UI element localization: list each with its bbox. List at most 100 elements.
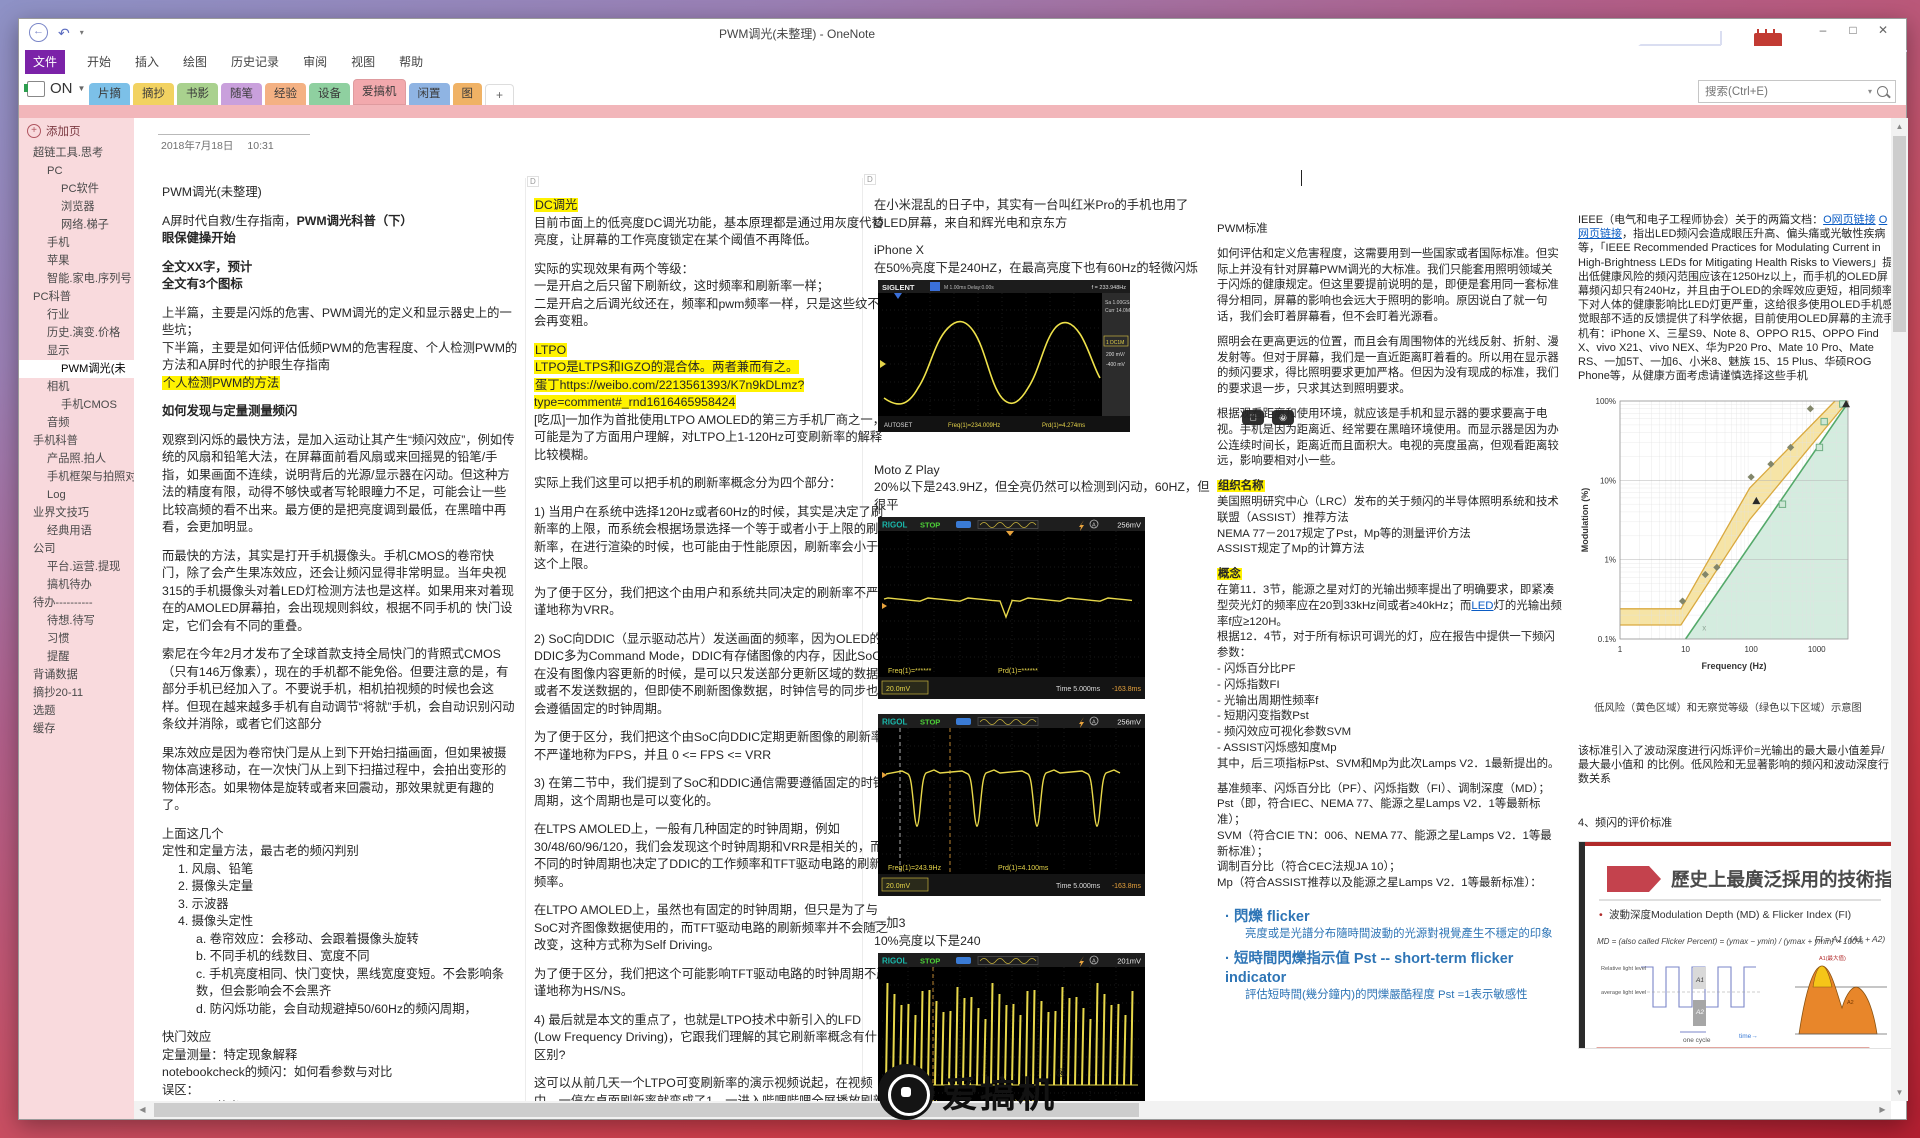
vertical-scroll-thumb[interactable] [1893,136,1906,332]
text-block: 評估短時間(幾分鐘内)的閃爍嚴酷程度 Pst =1表示敏感性 [1245,988,1528,1001]
minimize-button[interactable]: – [1808,21,1838,42]
text-block [534,1001,890,1012]
page-list-item[interactable]: 显示 [19,342,134,360]
page-list-item[interactable]: 待办---------- [19,594,134,612]
page-list-item[interactable]: 缓存 [19,720,134,738]
back-icon[interactable]: ← [29,23,48,42]
scroll-right-icon[interactable]: ▶ [1874,1101,1891,1119]
scroll-up-icon[interactable]: ▲ [1891,118,1908,135]
note-column-1[interactable]: PWM调光(未整理) A屏时代自救/生存指南，PWM调光科普（下） 眼保健操开始 全文… [162,184,518,1101]
page-list-item[interactable]: 超链工具.思考 [19,144,134,162]
page-canvas[interactable]: 2018年7月18日 10:31 D D PWM调光(未整理) A屏时代自救/生存指… [134,118,1891,1101]
text-block [162,392,518,403]
note-column-3[interactable]: 在小米混乱的日子中，其实有一台叫红米Pro的手机也用了OLED屏幕，来自和辉光电… [874,197,1220,1101]
page-list-item[interactable]: 音频 [19,414,134,432]
page-list-item[interactable]: 行业 [19,306,134,324]
text-block [1217,326,1562,335]
page-list-item[interactable]: 手机框架与拍照对 [19,468,134,486]
search-input[interactable] [1699,85,1865,98]
page-list-item[interactable]: 习惯 [19,630,134,648]
ribbon-tab[interactable]: 历史记录 [219,50,291,74]
text-block: 3) 在第二节中，我们提到了SoC和DDIC通信需要遵循固定的时钟周期，这个周期… [534,776,886,808]
section-tab[interactable]: 书影 [177,83,218,105]
search-icon[interactable] [1877,86,1888,97]
page-list-item[interactable]: PC软件 [19,180,134,198]
ribbon-tab[interactable]: 视图 [339,50,387,74]
page-list-item[interactable]: 背诵数据 [19,666,134,684]
qat-dropdown-icon[interactable]: ▾ [80,28,84,37]
page-list-item[interactable]: 搞机待办 [19,576,134,594]
text-block: Pst（即，符合IEC、NEMA 77、能源之星Lamps V2．1等最新标准）… [1217,798,1541,827]
oscilloscope-image-iphonex[interactable]: SIGLENT M 1.00ms Delay:0.00s f = 233.948… [878,280,1220,438]
page-list-item[interactable]: Log [19,486,134,504]
new-section-button[interactable]: + [485,84,515,105]
notebook-selector[interactable]: ON ▼ [24,80,85,97]
page-list-item[interactable]: 待想.待写 [19,612,134,630]
page-list-item[interactable]: 网络.梯子 [19,216,134,234]
page-list-item[interactable]: 公司 [19,540,134,558]
page-list-item[interactable]: 智能.家电.序列号 [19,270,134,288]
text-block: 眼保健操开始 [162,231,236,245]
page-list-item[interactable]: PC [19,162,134,180]
oscilloscope-image-moto-full[interactable]: RIGOL STOP A 256mV Freq(1)=****** Prd(1)… [878,517,1220,705]
ribbon-tab[interactable]: 绘图 [171,50,219,74]
svg-text:100%: 100% [1596,397,1616,406]
oscilloscope-image-moto-dim[interactable]: RIGOL STOP A 256mV Freq(1)=243.9Hz Prd(1… [878,713,1220,902]
search-box[interactable]: ▾ [1698,80,1896,103]
flicker-risk-chart: x 1 10 100 1000 0.1% 1% 10% 100% Frequency (Hz) Mo… [1578,393,1868,694]
search-scope-dropdown-icon[interactable]: ▾ [1865,87,1875,96]
text-block: 3. 示波器 [178,896,229,911]
page-list-item[interactable]: 手机科普 [19,432,134,450]
note-column-5[interactable]: IEEE（电气和电子工程师协会）关于的两篇文档：O网页链接 O网页链接，指出LE… [1578,213,1891,1049]
page-list-item[interactable]: 产品照.拍人 [19,450,134,468]
ribbon-tab[interactable]: 插入 [123,50,171,74]
page-list-item[interactable]: 业界文技巧 [19,504,134,522]
page-list-item[interactable]: PWM调光(未 [19,360,134,378]
scroll-left-icon[interactable]: ◀ [134,1101,151,1119]
note-column-2[interactable]: DC调光 目前市面上的低亮度DC调光功能，基本原理都是通过用灰度代替亮度，让屏幕的… [534,197,890,1101]
page-list-item[interactable]: 选题 [19,702,134,720]
text-block: 1) 当用户在系统中选择120Hz或者60Hz的时候，其实是决定了刷新率的上限，… [534,504,884,572]
page-list-item[interactable]: 摘抄20-11 [19,684,134,702]
ribbon-tab[interactable]: 帮助 [387,50,435,74]
page-list-item[interactable]: 平台.运营.提现 [19,558,134,576]
page-list-item[interactable]: 苹果 [19,252,134,270]
page-list-item[interactable]: 提醒 [19,648,134,666]
text-block: b. 不同手机的线数目、宽度不同 [196,949,370,963]
text-block [534,574,890,585]
section-tab[interactable]: 随笔 [221,83,262,105]
watermark-logo-icon [880,1066,932,1118]
file-tab[interactable]: 文件 [25,50,65,74]
svg-text:A1(最大值): A1(最大值) [1819,954,1846,962]
page-list-item[interactable]: 相机 [19,378,134,396]
section-tab[interactable]: 摘抄 [133,83,174,105]
page-list-item[interactable]: 经典用语 [19,522,134,540]
svg-text:Curr 14.0Mpts: Curr 14.0Mpts [1105,308,1130,314]
maximize-button[interactable]: □ [1838,21,1868,42]
phone-desc: 在50%亮度下是240HZ，在最高亮度下也有60Hz的轻微闪烁 [874,260,1198,275]
page-list-item[interactable]: 手机CMOS [19,396,134,414]
scroll-down-icon[interactable]: ▼ [1891,1084,1908,1101]
section-tab[interactable]: 经验 [265,83,306,105]
section-tab[interactable]: 片摘 [89,83,130,105]
section-tab[interactable]: 设备 [309,83,350,105]
page-list-item[interactable]: 历史.演变.价格 [19,324,134,342]
svg-text:-163.8ms: -163.8ms [1112,686,1142,693]
page-list-item[interactable]: 手机 [19,234,134,252]
slide-image-flicker-metrics[interactable]: 歷史上最廣泛採用的技術指標 • 波動深度Modulation Depth (MD… [1578,840,1891,1049]
close-button[interactable]: ✕ [1868,21,1898,42]
text-block: 实际上我们这里可以把手机的刷新率概念分为四个部分： [534,476,842,490]
page-list-item[interactable]: PC科普 [19,288,134,306]
undo-icon[interactable]: ↶ [58,25,70,41]
svg-text:STOP: STOP [920,521,940,530]
ribbon-tab[interactable]: 开始 [75,50,123,74]
note-column-4[interactable]: PWM标准 如何评估和定义危害程度，这需要用到一些国家或者国际标准。但实际上并没有… [1217,222,1562,1004]
section-tab[interactable]: 爱搞机 [353,79,406,105]
section-tab[interactable]: 图 [452,83,482,105]
ribbon-tab[interactable]: 审阅 [291,50,339,74]
add-page-button[interactable]: + 添加页 [19,118,134,144]
vertical-scrollbar[interactable]: ▲ ▼ [1891,118,1908,1101]
svg-text:256mV: 256mV [1117,521,1141,530]
section-tab[interactable]: 闲置 [408,83,450,105]
page-list-item[interactable]: 浏览器 [19,198,134,216]
